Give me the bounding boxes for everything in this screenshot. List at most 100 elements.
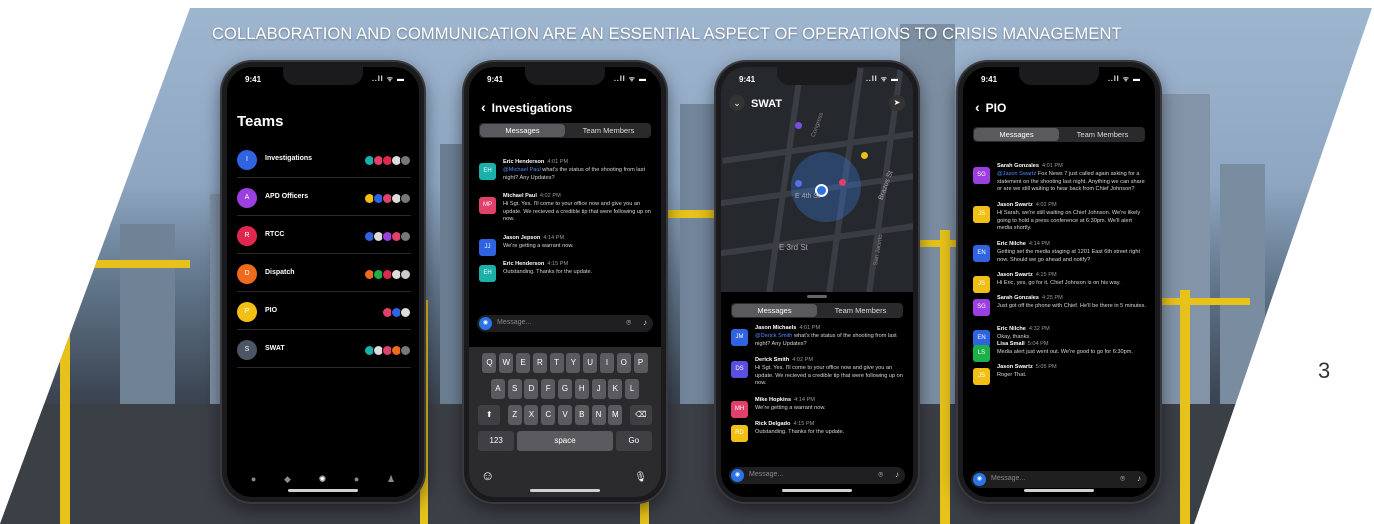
people-icon[interactable]: ✺ <box>319 474 327 485</box>
team-row[interactable]: D Dispatch <box>237 257 411 292</box>
message-text: Media alert just went out. We're good to… <box>997 348 1133 355</box>
message-item[interactable]: Eric Nilche 4:32 PM Okay, thanks. <box>997 326 1147 342</box>
map-pin-icon[interactable]: ● <box>251 474 256 485</box>
member-avatars <box>382 307 411 318</box>
message-text: Outstanding. Thanks for the update. <box>755 428 845 435</box>
key[interactable]: Q <box>482 353 497 373</box>
key[interactable]: A <box>490 379 505 399</box>
message-item[interactable]: Sarah Gonzales 4:25 PM Just got off the ph… <box>997 295 1147 311</box>
mention[interactable]: @Michael Paul <box>503 167 541 173</box>
key[interactable]: Y <box>566 353 581 373</box>
map-pin[interactable] <box>795 122 802 129</box>
key[interactable]: P <box>633 353 648 373</box>
key[interactable]: E <box>516 353 531 373</box>
message-item[interactable]: Mike Hopkins 4:14 PM We're getting a warra… <box>755 397 905 413</box>
person-icon[interactable]: ♟ <box>387 474 395 485</box>
tab-messages[interactable]: Messages <box>732 304 817 317</box>
map-pin[interactable] <box>839 179 846 186</box>
team-row[interactable]: P PIO <box>237 295 411 330</box>
collapse-chevron-icon[interactable]: ⌄ <box>729 95 745 111</box>
key[interactable]: U <box>583 353 598 373</box>
emoji-icon[interactable]: ☺ <box>481 468 494 483</box>
location-icon[interactable]: ⌾ <box>878 470 883 480</box>
camera-icon[interactable]: ◉ <box>731 469 744 482</box>
message-item[interactable]: Sarah Gonzales 4:01 PM @Jason Swartz Fox N… <box>997 163 1147 194</box>
tab-team-members[interactable]: Team Members <box>566 123 651 138</box>
mention[interactable]: @Jason Swartz <box>997 171 1036 177</box>
page-title: Teams <box>237 113 284 130</box>
back-chevron-icon[interactable]: ‹ <box>975 99 980 115</box>
key[interactable]: K <box>608 379 623 399</box>
mention[interactable]: @Derick Smith <box>755 333 792 339</box>
message-item[interactable]: Jason Michaels 4:01 PM @Derick Smith what'… <box>755 325 905 348</box>
tab-team-members[interactable]: Team Members <box>818 303 903 318</box>
key[interactable]: X <box>524 405 539 425</box>
key[interactable]: F <box>541 379 556 399</box>
tab-team-members[interactable]: Team Members <box>1060 127 1145 142</box>
key[interactable]: N <box>591 405 606 425</box>
key[interactable]: J <box>591 379 606 399</box>
key[interactable]: I <box>599 353 614 373</box>
team-row[interactable]: S SWAT <box>237 333 411 368</box>
chat-icon[interactable]: ● <box>354 474 359 485</box>
key[interactable]: G <box>558 379 572 399</box>
message-item[interactable]: Rick Delgado 4:15 PM Outstanding. Thanks f… <box>755 421 905 437</box>
message-item[interactable]: Derick Smith 4:02 PM Hi Sgt. Yes. I'll com… <box>755 357 905 388</box>
key[interactable]: M <box>608 405 623 425</box>
message-item[interactable]: Jason Swartz 4:15 PM Hi Eric, yes, go for … <box>997 272 1147 288</box>
key-go[interactable]: Go <box>615 431 652 451</box>
key-space[interactable]: space <box>517 431 613 451</box>
camera-icon[interactable]: ◉ <box>479 317 492 330</box>
bell-icon[interactable]: ◆ <box>284 474 291 485</box>
key-123[interactable]: 123 <box>478 431 515 451</box>
key[interactable]: Z <box>507 405 522 425</box>
key[interactable]: W <box>499 353 514 373</box>
message-input[interactable]: ◉ Message... ⌾ ♪ <box>477 315 653 332</box>
message-item[interactable]: Lisa Small 5:04 PM Media alert just went o… <box>997 341 1147 357</box>
message-item[interactable]: Jason Jepson 4:14 PM We're getting a warra… <box>503 235 653 251</box>
key-delete[interactable]: ⌫ <box>629 405 652 425</box>
location-icon[interactable]: ⌾ <box>626 318 631 328</box>
sender-avatar: EH <box>479 265 496 282</box>
key[interactable]: S <box>507 379 522 399</box>
message-item[interactable]: Eric Henderson 4:01 PM @Michael Paul what'… <box>503 159 653 182</box>
mic-icon[interactable]: ♪ <box>643 318 647 327</box>
mic-icon[interactable]: ♪ <box>1137 474 1141 483</box>
key[interactable]: O <box>616 353 631 373</box>
message-item[interactable]: Michael Paul 4:02 PM Hi Sgt. Yes. I'll com… <box>503 193 653 224</box>
member-avatar <box>400 231 411 242</box>
message-input[interactable]: ◉ Message... ⌾ ♪ <box>971 471 1147 488</box>
team-row[interactable]: A APD Officers <box>237 181 411 216</box>
message-item[interactable]: Eric Henderson 4:15 PM Outstanding. Thanks… <box>503 261 653 277</box>
mic-icon[interactable]: ♪ <box>895 470 899 479</box>
sender-name: Jason Michaels <box>755 325 797 331</box>
dictation-icon[interactable]: 🎙 <box>634 472 647 483</box>
navigation-arrow-icon[interactable]: ➤ <box>889 95 905 111</box>
phone-investigations: 9:41 ..ll ᯤ ▬ ‹ Investigations Messages Te… <box>464 62 666 502</box>
map-pin[interactable] <box>861 152 868 159</box>
key[interactable]: B <box>574 405 589 425</box>
sheet-handle[interactable] <box>807 295 827 298</box>
key[interactable]: T <box>549 353 564 373</box>
team-row[interactable]: I Investigations <box>237 143 411 178</box>
camera-icon[interactable]: ◉ <box>973 473 986 486</box>
key[interactable]: D <box>524 379 539 399</box>
message-item[interactable]: Eric Nilche 4:14 PM Getting set the media … <box>997 241 1147 264</box>
key-shift[interactable]: ⬆ <box>478 405 501 425</box>
tab-messages[interactable]: Messages <box>974 128 1059 141</box>
team-row[interactable]: R RTCC <box>237 219 411 254</box>
map-view[interactable]: E 4th St Brazos St E 3rd St Congress San… <box>721 67 913 292</box>
key[interactable]: L <box>625 379 640 399</box>
key[interactable]: H <box>574 379 589 399</box>
key[interactable]: V <box>558 405 572 425</box>
message-text: Hi Eric, yes, go for it. Chief Johnson i… <box>997 279 1121 286</box>
key[interactable]: C <box>541 405 556 425</box>
back-chevron-icon[interactable]: ‹ <box>481 99 486 115</box>
message-item[interactable]: Jason Swartz 4:02 PM Hi Sarah, we're still… <box>997 202 1147 233</box>
message-item[interactable]: Jason Swartz 5:05 PM Roger That. <box>997 364 1147 380</box>
location-icon[interactable]: ⌾ <box>1120 474 1125 484</box>
tab-messages[interactable]: Messages <box>480 124 565 137</box>
message-input[interactable]: ◉ Message... ⌾ ♪ <box>729 467 905 484</box>
map-pin[interactable] <box>795 180 802 187</box>
key[interactable]: R <box>532 353 547 373</box>
